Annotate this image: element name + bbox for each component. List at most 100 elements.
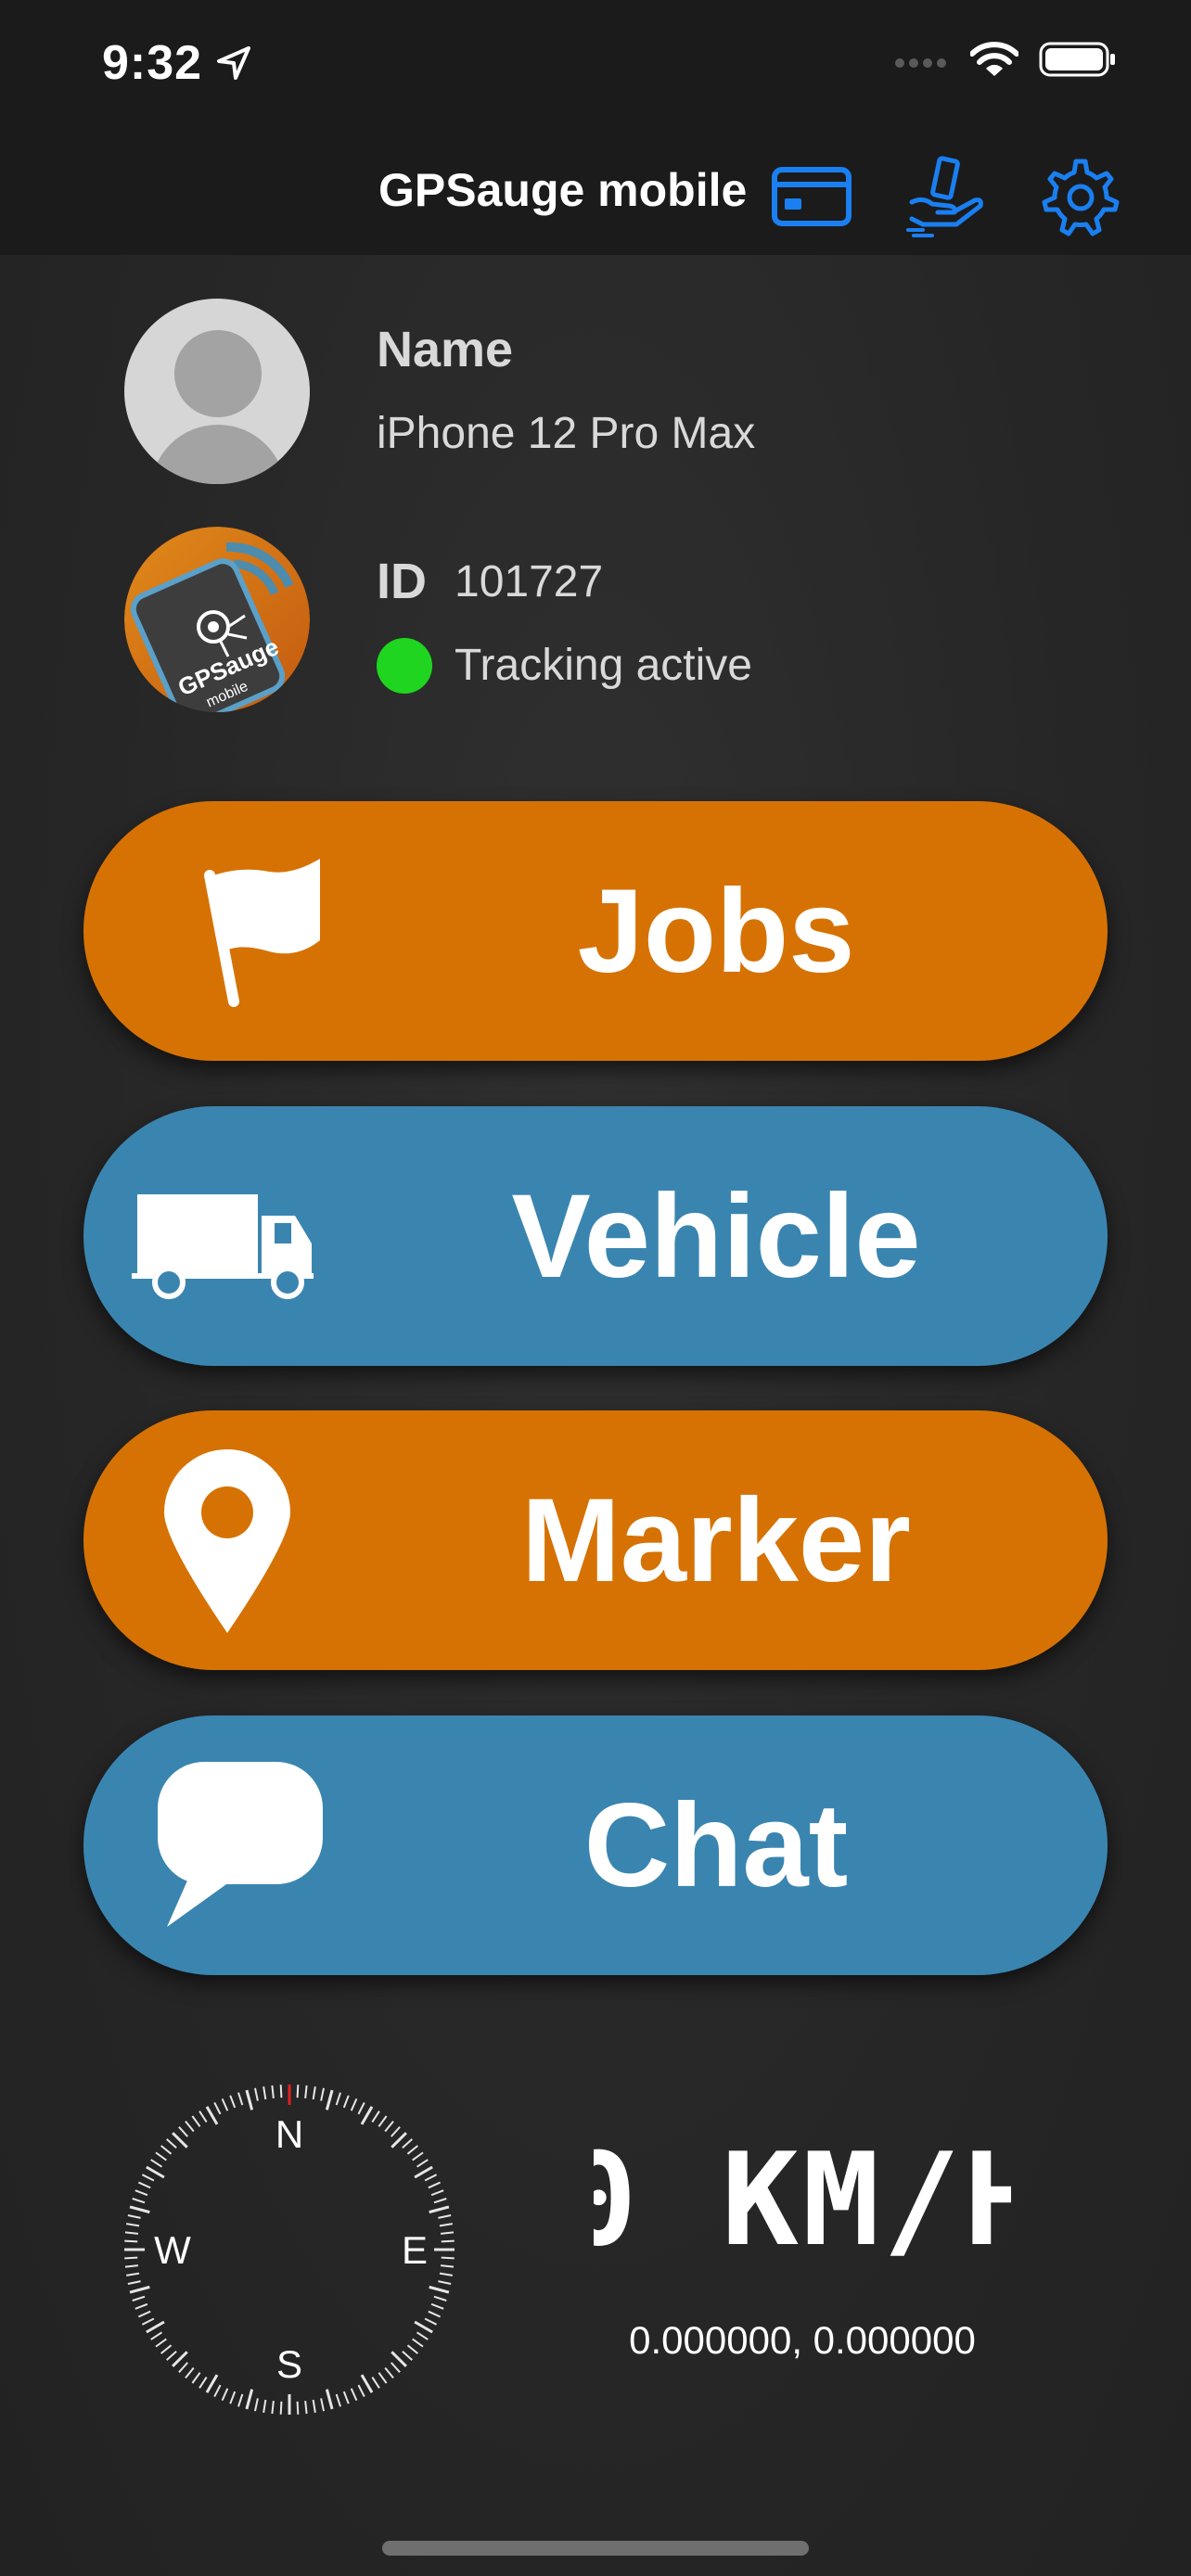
compass-tick: [357, 2384, 365, 2398]
vehicle-button[interactable]: Vehicle: [83, 1106, 1108, 1366]
gpsauge-logo: GPSauge mobile: [124, 527, 310, 712]
compass-tick: [296, 2401, 300, 2415]
avatar[interactable]: [124, 299, 310, 484]
compass-north: N: [275, 2112, 303, 2156]
location-arrow-icon: [217, 46, 250, 80]
compass-tick: [430, 2189, 444, 2197]
compass-tick: [402, 2350, 413, 2361]
compass-tick: [371, 2111, 380, 2123]
compass-tick: [221, 2388, 229, 2402]
compass-tick: [221, 2098, 229, 2111]
compass-tick: [438, 2280, 452, 2285]
compass-tick: [155, 2338, 167, 2348]
compass-tick: [350, 2098, 358, 2111]
compass-tick: [132, 2295, 146, 2302]
compass-south: S: [276, 2342, 302, 2386]
compass-tick: [440, 2231, 455, 2235]
compass-tick: [391, 2351, 407, 2367]
compass-tick: [312, 2399, 316, 2413]
compass-tick: [237, 2393, 244, 2407]
compass-tick: [439, 2272, 453, 2276]
compass-tick: [440, 2264, 455, 2268]
compass-tick: [127, 2214, 141, 2219]
id-value: 101727: [455, 557, 604, 606]
jobs-label: Jobs: [577, 864, 855, 998]
compass-tick: [124, 2239, 138, 2243]
cell-signal-icon: [895, 58, 946, 68]
speed-display: 0 KM/H: [594, 2133, 1011, 2263]
compass-tick: [390, 2362, 401, 2373]
compass-tick: [124, 2264, 139, 2268]
compass-tick: [166, 2350, 177, 2361]
compass: N E S W: [124, 2085, 455, 2415]
compass-tick: [198, 2376, 208, 2389]
compass-tick: [166, 2138, 177, 2149]
compass-tick: [229, 2391, 237, 2404]
compass-tick: [132, 2198, 146, 2204]
compass-tick: [146, 2165, 165, 2179]
compass-tick: [428, 2310, 442, 2318]
compass-tick: [439, 2223, 453, 2227]
compass-tick: [191, 2115, 201, 2127]
compass-tick: [271, 2400, 275, 2415]
compass-tick: [360, 2106, 374, 2125]
hand-device-icon[interactable]: [904, 154, 988, 237]
compass-tick: [414, 2165, 433, 2179]
compass-tick: [191, 2372, 201, 2384]
compass-tick: [160, 2344, 173, 2354]
nav-bar: GPSauge mobile: [0, 130, 1191, 255]
compass-tick: [360, 2374, 374, 2393]
compass-tick: [412, 2338, 424, 2348]
compass-tick: [320, 2087, 325, 2101]
status-indicators: [894, 41, 1117, 78]
id-label: ID: [377, 554, 427, 609]
compass-tick: [424, 2174, 438, 2182]
compass-tick: [126, 2272, 140, 2276]
main-screen: 9:32 GPSauge mobile Name iPhone 12 Pro M…: [0, 0, 1191, 2576]
compass-tick: [129, 2205, 150, 2214]
battery-icon: [1039, 42, 1115, 77]
vehicle-label: Vehicle: [511, 1169, 921, 1303]
compass-tick: [391, 2132, 407, 2149]
compass-tick: [254, 2398, 259, 2412]
compass-tick: [304, 2400, 308, 2415]
compass-tick: [402, 2138, 413, 2149]
compass-tick: [245, 2089, 254, 2111]
compass-tick: [134, 2189, 148, 2197]
compass-tick: [137, 2310, 151, 2318]
compass-tick: [441, 2239, 455, 2243]
compass-tick: [412, 2151, 424, 2162]
compass-tick: [384, 2366, 394, 2378]
status-bar: 9:32: [0, 0, 1191, 130]
compass-tick: [350, 2388, 358, 2402]
compass-tick: [406, 2344, 418, 2354]
tracking-status-dot: [377, 638, 432, 694]
compass-tick: [178, 2362, 189, 2373]
gear-icon[interactable]: [1037, 154, 1121, 237]
chat-button[interactable]: Chat: [83, 1715, 1108, 1975]
compass-tick: [384, 2121, 394, 2133]
compass-tick: [416, 2331, 429, 2340]
compass-tick: [335, 2092, 341, 2106]
compass-tick: [441, 2256, 455, 2260]
card-icon[interactable]: [770, 154, 853, 237]
compass-east: E: [402, 2228, 428, 2272]
device-name: iPhone 12 Pro Max: [377, 409, 756, 458]
compass-tick: [185, 2366, 195, 2378]
compass-tick: [150, 2159, 163, 2168]
compass-tick: [172, 2132, 188, 2149]
compass-tick: [185, 2121, 195, 2133]
compass-tick: [279, 2085, 283, 2098]
marker-button[interactable]: Marker: [83, 1410, 1108, 1670]
jobs-button[interactable]: Jobs: [83, 801, 1108, 1061]
home-indicator[interactable]: [382, 2541, 809, 2556]
compass-tick: [414, 2320, 433, 2334]
compass-tick: [342, 2391, 350, 2404]
compass-tick: [134, 2302, 148, 2310]
compass-tick: [429, 2205, 450, 2214]
compass-tick: [155, 2151, 167, 2162]
compass-tick: [271, 2085, 275, 2099]
compass-tick: [304, 2085, 308, 2099]
compass-tick: [127, 2280, 141, 2285]
compass-tick: [198, 2111, 208, 2123]
